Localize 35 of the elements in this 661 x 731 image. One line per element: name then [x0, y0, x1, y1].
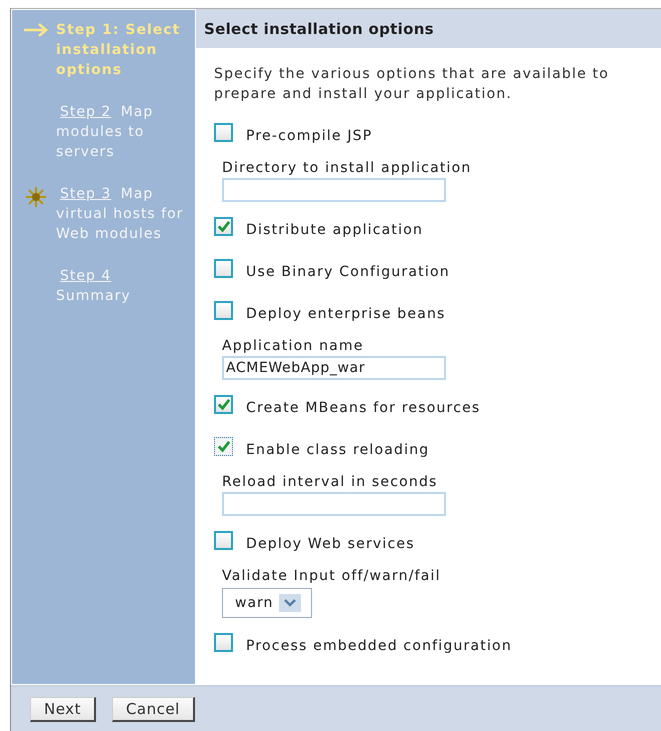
field-label: Validate Input off/warn/fail: [222, 568, 442, 584]
caret-icon: [284, 599, 296, 607]
input-field[interactable]: [222, 178, 446, 202]
checkbox[interactable]: [214, 123, 233, 142]
field-label: Directory to install application: [222, 160, 472, 176]
checkbox-label: Distribute application: [246, 222, 424, 238]
input-field[interactable]: ACMEWebApp_war: [222, 356, 446, 380]
checkbox[interactable]: [214, 395, 233, 414]
checkbox[interactable]: [214, 217, 233, 236]
instructions: Specify the various options that are available to prepare and install your application.: [214, 65, 610, 104]
action-button[interactable]: Cancel: [112, 696, 195, 722]
checkbox-label: Deploy Web services: [246, 536, 415, 552]
action-button[interactable]: Next: [30, 696, 96, 722]
checkbox[interactable]: [214, 633, 233, 652]
checkbox[interactable]: [214, 301, 233, 320]
arrow-icon: [23, 22, 49, 38]
checkbox[interactable]: [214, 531, 233, 550]
dropdown[interactable]: warn: [222, 588, 312, 618]
step-text: Step 3 Map virtual hosts for Web modules: [56, 185, 184, 244]
checkbox-label: Enable class reloading: [246, 442, 430, 458]
current-step: Step 1: Select installation options: [56, 20, 184, 80]
step-text: Step 2 Map modules to servers: [56, 103, 154, 162]
star-icon: [25, 186, 47, 208]
checkbox[interactable]: [214, 259, 233, 278]
field-label: Reload interval in seconds: [222, 474, 439, 490]
checkbox-label: Create MBeans for resources: [246, 400, 480, 416]
step-text: Step 4 Summary: [56, 267, 132, 306]
page-title: Select installation options: [196, 9, 661, 48]
input-field[interactable]: [222, 492, 446, 516]
field-label: Application name: [222, 338, 365, 354]
checkbox-label: Use Binary Configuration: [246, 264, 450, 280]
checkbox-label: Deploy enterprise beans: [246, 306, 446, 322]
checkbox-label: Pre-compile JSP: [246, 128, 372, 144]
checkbox-label: Process embedded configuration: [246, 638, 512, 654]
checkbox[interactable]: [214, 437, 233, 456]
